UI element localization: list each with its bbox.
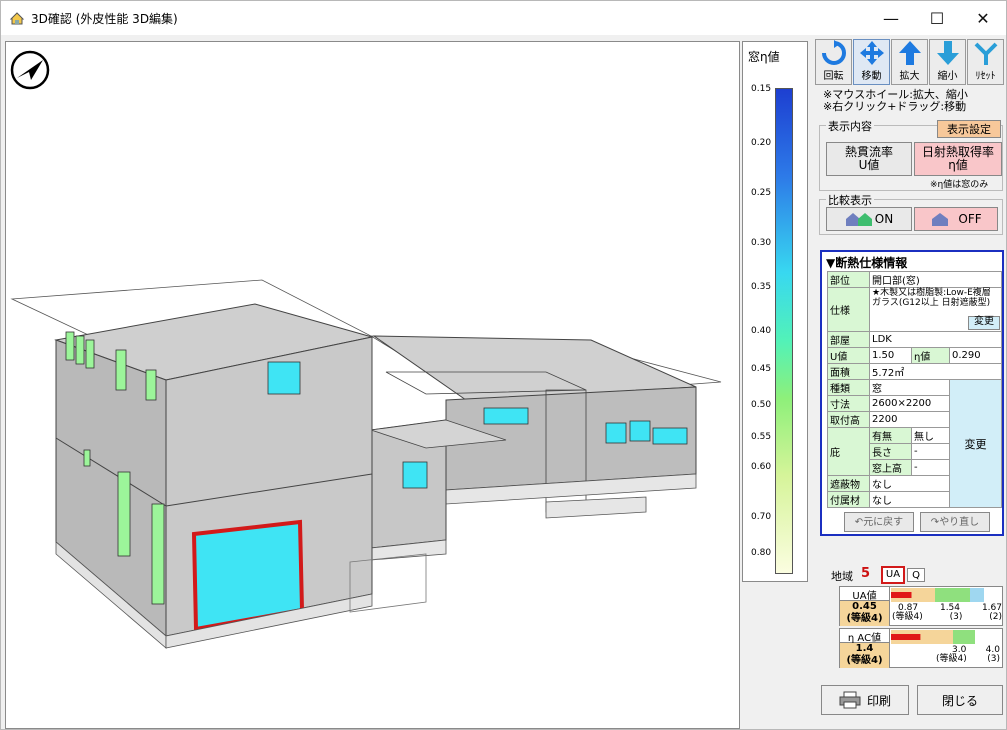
display-group-label: 表示内容: [826, 118, 874, 134]
ua-rank-box: UA値 0.45 (等級4) 0.87 1.54 1.67 (等級4) (3) (2): [839, 586, 1003, 626]
redo-button[interactable]: ↷ やり直し: [920, 512, 990, 532]
legend-title: 窓η値: [748, 50, 780, 64]
house-icon: [932, 213, 949, 226]
compare-on-button[interactable]: ON: [826, 207, 912, 231]
eta-value-button[interactable]: 日射熱取得率 η値: [914, 142, 1002, 176]
legend-label: 0.45: [751, 364, 772, 374]
legend-label: 0.70: [751, 512, 772, 522]
minimize-button[interactable]: —: [868, 1, 914, 35]
move-button[interactable]: 移動: [853, 39, 890, 85]
arrow-up-icon: [898, 41, 921, 65]
arrow-down-icon: [936, 41, 959, 65]
undo-icon: ↶: [854, 516, 864, 528]
app-window: 3D確認 (外皮性能 3D編集) — ☐ ✕ 窓η値 0.15 0.20 0.2…: [0, 0, 1007, 730]
title-bar: 3D確認 (外皮性能 3D編集) — ☐ ✕: [1, 1, 1006, 35]
houses-icon: [845, 213, 872, 226]
rotate-icon: [821, 40, 846, 65]
hint-drag: ※右クリック+ドラッグ:移動: [823, 100, 967, 113]
spec-table: 部位 開口部(窓) 仕様 ★木製又は樹脂製:Low-E複層ガラス(G12以上 日射…: [827, 271, 1002, 508]
app-icon: [9, 12, 25, 25]
3d-viewport[interactable]: [5, 41, 740, 729]
eta-bar: [891, 630, 975, 644]
display-settings-button[interactable]: 表示設定: [937, 120, 1001, 138]
window-change-button[interactable]: 変更: [949, 379, 1002, 508]
display-group: 表示内容 表示設定 熱貫流率 U値 日射熱取得率 η値 ※η値は窓のみ: [819, 118, 1003, 191]
legend-label: 0.55: [751, 432, 772, 442]
eta-grades: (等級4) (3): [936, 654, 1000, 664]
undo-button[interactable]: ↶ 元に戻す: [844, 512, 914, 532]
building-model[interactable]: [6, 42, 740, 729]
control-panel: 回転 移動 拡大 縮小 ﾘｾｯﾄ ※マウスホイール:拡大、縮小 ※右クリック+ド…: [813, 37, 1005, 729]
eta-rank-box: η AC値 1.4 (等級4) 3.0 4.0 (等級4) (3): [839, 628, 1003, 668]
legend-label: 0.25: [751, 188, 772, 198]
reset-button[interactable]: ﾘｾｯﾄ: [967, 39, 1004, 85]
legend-label: 0.15: [751, 84, 772, 94]
region-value: 5: [861, 566, 871, 581]
legend-label: 0.35: [751, 282, 772, 292]
printer-icon: [839, 691, 861, 709]
legend-label: 0.40: [751, 326, 772, 336]
close-button[interactable]: 閉じる: [917, 685, 1003, 715]
move-icon: [859, 41, 884, 65]
redo-icon: ↷: [930, 516, 940, 528]
compare-off-button[interactable]: OFF: [914, 207, 998, 231]
compare-group-label: 比較表示: [826, 192, 874, 208]
insulation-spec-panel: ▼断熱仕様情報 部位 開口部(窓) 仕様 ★木製又は樹脂製:Low-E複層ガラス(…: [820, 250, 1004, 536]
compare-group: 比較表示 ON OFF: [819, 192, 1003, 235]
zoom-in-button[interactable]: 拡大: [891, 39, 928, 85]
ua-value: 0.45 (等級4): [840, 601, 890, 626]
legend-color-bar: [775, 88, 793, 574]
legend-label: 0.20: [751, 138, 772, 148]
ua-toggle-button[interactable]: UA: [881, 566, 905, 584]
spec-value: ★木製又は樹脂製:Low-E複層ガラス(G12以上 日射遮蔽型): [872, 288, 991, 308]
ua-grades: (等級4) (3) (2): [892, 612, 1002, 622]
ua-bar: [891, 588, 984, 602]
close-window-button[interactable]: ✕: [960, 1, 1006, 35]
legend-label: 0.60: [751, 462, 772, 472]
ua-head: UA値: [840, 587, 890, 602]
region-label: 地域: [831, 570, 853, 583]
legend-label: 0.30: [751, 238, 772, 248]
view-toolbar: 回転 移動 拡大 縮小 ﾘｾｯﾄ: [815, 39, 1004, 85]
eta-head: η AC値: [840, 629, 890, 644]
reset-icon: [974, 42, 997, 65]
zoom-out-button[interactable]: 縮小: [929, 39, 966, 85]
spec-title: ▼断熱仕様情報: [826, 256, 908, 270]
legend-label: 0.80: [751, 548, 772, 558]
print-button[interactable]: 印刷: [821, 685, 909, 715]
maximize-button[interactable]: ☐: [914, 1, 960, 35]
eta-legend: 窓η値 0.15 0.20 0.25 0.30 0.35 0.40 0.45 0…: [742, 41, 808, 582]
rotate-button[interactable]: 回転: [815, 39, 852, 85]
eta-note: ※η値は窓のみ: [930, 180, 989, 190]
q-toggle-button[interactable]: Q: [907, 568, 925, 582]
spec-change-button[interactable]: 変更: [968, 316, 1000, 330]
window-title: 3D確認 (外皮性能 3D編集): [31, 11, 178, 26]
eta-value: 1.4 (等級4): [840, 643, 890, 668]
u-value-button[interactable]: 熱貫流率 U値: [826, 142, 912, 176]
legend-label: 0.50: [751, 400, 772, 410]
